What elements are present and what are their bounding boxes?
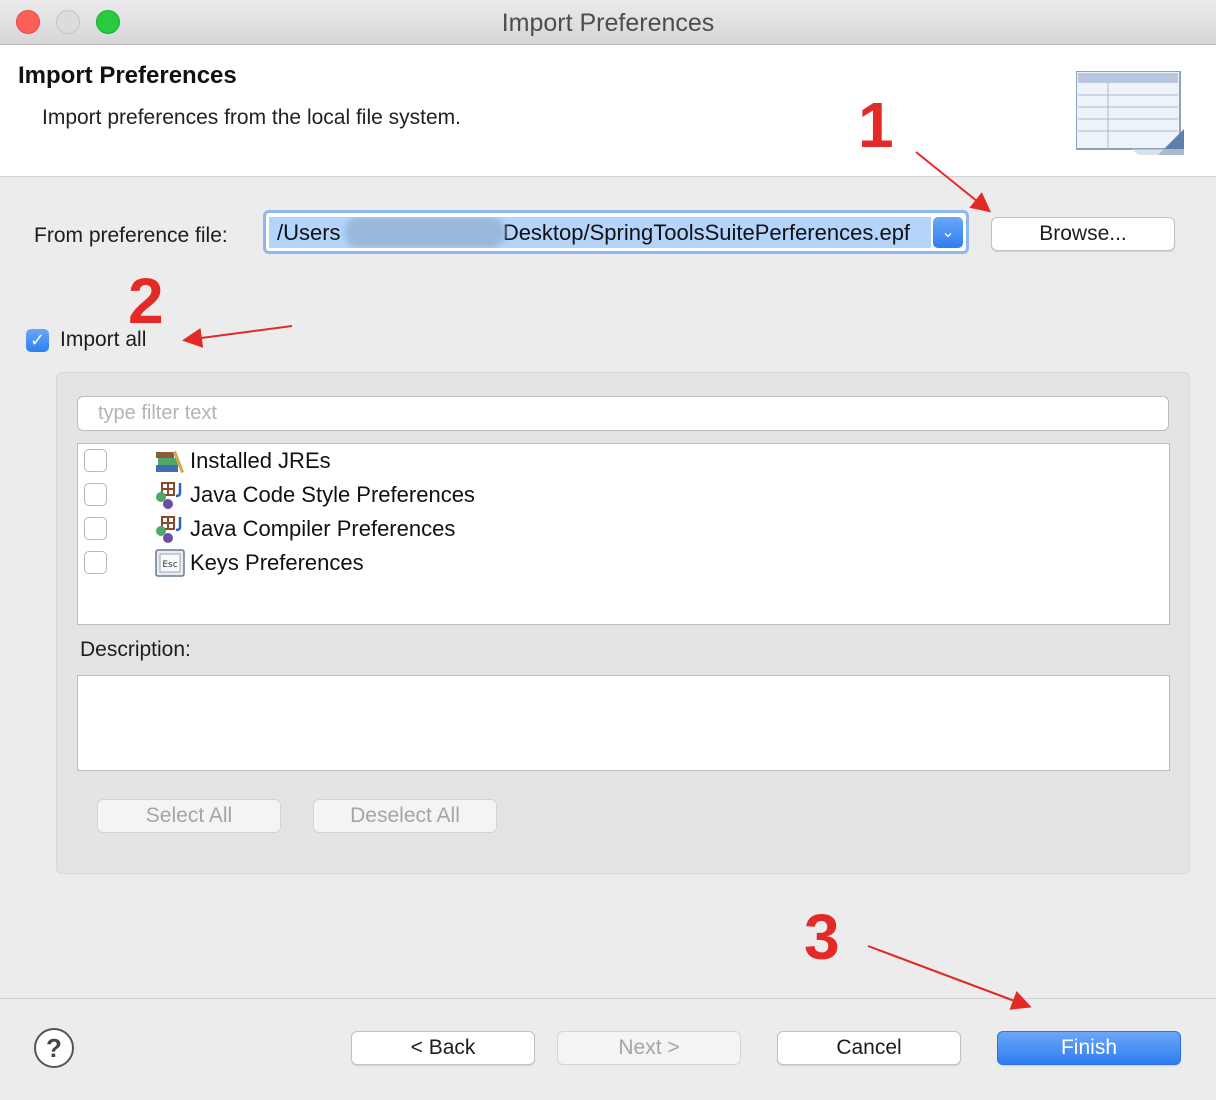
annotation-arrows	[182, 151, 1032, 1010]
arrow-to-finish	[867, 945, 1032, 1010]
arrow-to-browse	[915, 151, 992, 213]
arrow-to-import-all	[182, 325, 293, 348]
